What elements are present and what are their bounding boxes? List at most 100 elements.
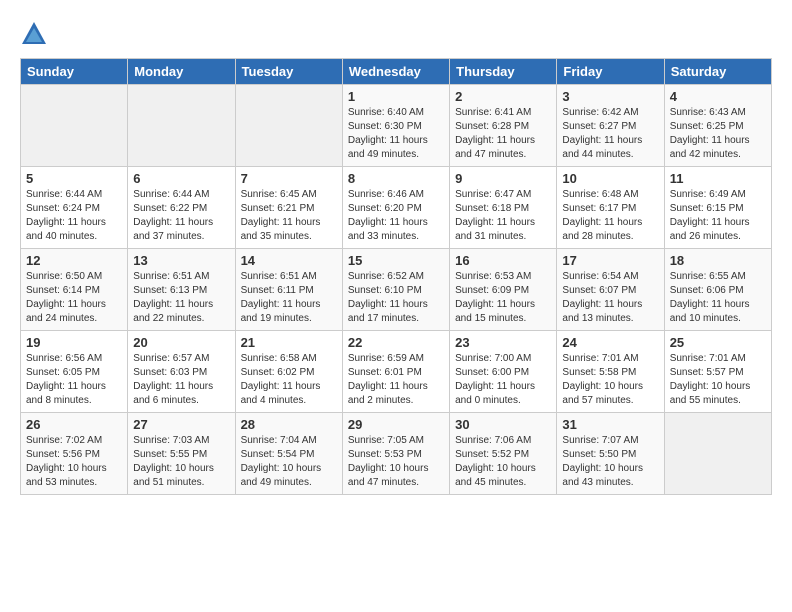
day-info: Sunrise: 6:44 AM Sunset: 6:24 PM Dayligh… bbox=[26, 188, 122, 244]
day-info: Sunrise: 6:56 AM Sunset: 6:05 PM Dayligh… bbox=[26, 352, 122, 408]
calendar-cell: 24Sunrise: 7:01 AM Sunset: 5:58 PM Dayli… bbox=[557, 331, 664, 413]
header bbox=[20, 20, 772, 48]
calendar-cell: 18 Sunrise: 6:55 AM Sunset: 6:06 PM Dayli… bbox=[664, 249, 771, 331]
day-number: 30 bbox=[455, 417, 551, 432]
day-info: Sunrise: 7:05 AM Sunset: 5:53 PM Dayligh… bbox=[348, 434, 444, 490]
day-number: 1 bbox=[348, 89, 444, 104]
day-number: 27 bbox=[133, 417, 229, 432]
weekday-header-row: SundayMondayTuesdayWednesdayThursdayFrid… bbox=[21, 59, 772, 85]
day-number: 5 bbox=[26, 171, 122, 186]
calendar-table: SundayMondayTuesdayWednesdayThursdayFrid… bbox=[20, 58, 772, 495]
calendar-cell bbox=[235, 85, 342, 167]
day-number: 23 bbox=[455, 335, 551, 350]
day-info: Sunrise: 6:42 AM Sunset: 6:27 PM Dayligh… bbox=[562, 106, 658, 162]
day-info: Sunrise: 6:43 AM Sunset: 6:25 PM Dayligh… bbox=[670, 106, 766, 162]
calendar-cell bbox=[664, 413, 771, 495]
calendar-cell: 17 Sunrise: 6:54 AM Sunset: 6:07 PM Dayli… bbox=[557, 249, 664, 331]
day-number: 21 bbox=[241, 335, 337, 350]
calendar-week-5: 26 Sunrise: 7:02 AM Sunset: 5:56 PM Dayli… bbox=[21, 413, 772, 495]
calendar-cell: 2Sunrise: 6:41 AM Sunset: 6:28 PM Daylig… bbox=[450, 85, 557, 167]
calendar-cell: 1 Sunrise: 6:40 AM Sunset: 6:30 PM Daylig… bbox=[342, 85, 449, 167]
calendar-cell: 8 Sunrise: 6:46 AM Sunset: 6:20 PM Daylig… bbox=[342, 167, 449, 249]
calendar-cell: 12Sunrise: 6:50 AM Sunset: 6:14 PM Dayli… bbox=[21, 249, 128, 331]
calendar-cell: 21 Sunrise: 6:58 AM Sunset: 6:02 PM Dayli… bbox=[235, 331, 342, 413]
day-info: Sunrise: 7:04 AM Sunset: 5:54 PM Dayligh… bbox=[241, 434, 337, 490]
day-number: 11 bbox=[670, 171, 766, 186]
day-number: 12 bbox=[26, 253, 122, 268]
calendar-cell: 3 Sunrise: 6:42 AM Sunset: 6:27 PM Daylig… bbox=[557, 85, 664, 167]
calendar-cell: 6Sunrise: 6:44 AM Sunset: 6:22 PM Daylig… bbox=[128, 167, 235, 249]
day-info: Sunrise: 6:51 AM Sunset: 6:11 PM Dayligh… bbox=[241, 270, 337, 326]
day-info: Sunrise: 6:57 AM Sunset: 6:03 PM Dayligh… bbox=[133, 352, 229, 408]
calendar-cell: 25Sunrise: 7:01 AM Sunset: 5:57 PM Dayli… bbox=[664, 331, 771, 413]
calendar-cell: 27 Sunrise: 7:03 AM Sunset: 5:55 PM Dayli… bbox=[128, 413, 235, 495]
calendar-cell: 28 Sunrise: 7:04 AM Sunset: 5:54 PM Dayli… bbox=[235, 413, 342, 495]
calendar-cell: 9 Sunrise: 6:47 AM Sunset: 6:18 PM Daylig… bbox=[450, 167, 557, 249]
weekday-header-thursday: Thursday bbox=[450, 59, 557, 85]
day-number: 20 bbox=[133, 335, 229, 350]
day-number: 15 bbox=[348, 253, 444, 268]
day-number: 14 bbox=[241, 253, 337, 268]
day-info: Sunrise: 7:03 AM Sunset: 5:55 PM Dayligh… bbox=[133, 434, 229, 490]
day-number: 6 bbox=[133, 171, 229, 186]
day-info: Sunrise: 6:47 AM Sunset: 6:18 PM Dayligh… bbox=[455, 188, 551, 244]
day-info: Sunrise: 6:46 AM Sunset: 6:20 PM Dayligh… bbox=[348, 188, 444, 244]
day-number: 31 bbox=[562, 417, 658, 432]
day-info: Sunrise: 6:53 AM Sunset: 6:09 PM Dayligh… bbox=[455, 270, 551, 326]
day-number: 8 bbox=[348, 171, 444, 186]
calendar-cell: 23 Sunrise: 7:00 AM Sunset: 6:00 PM Dayli… bbox=[450, 331, 557, 413]
day-info: Sunrise: 6:54 AM Sunset: 6:07 PM Dayligh… bbox=[562, 270, 658, 326]
day-number: 28 bbox=[241, 417, 337, 432]
day-number: 22 bbox=[348, 335, 444, 350]
calendar-cell: 20 Sunrise: 6:57 AM Sunset: 6:03 PM Dayli… bbox=[128, 331, 235, 413]
calendar-cell: 29 Sunrise: 7:05 AM Sunset: 5:53 PM Dayli… bbox=[342, 413, 449, 495]
calendar-cell: 19 Sunrise: 6:56 AM Sunset: 6:05 PM Dayli… bbox=[21, 331, 128, 413]
day-number: 4 bbox=[670, 89, 766, 104]
day-info: Sunrise: 7:00 AM Sunset: 6:00 PM Dayligh… bbox=[455, 352, 551, 408]
calendar-cell: 10 Sunrise: 6:48 AM Sunset: 6:17 PM Dayli… bbox=[557, 167, 664, 249]
calendar-week-3: 12Sunrise: 6:50 AM Sunset: 6:14 PM Dayli… bbox=[21, 249, 772, 331]
calendar-cell: 30 Sunrise: 7:06 AM Sunset: 5:52 PM Dayli… bbox=[450, 413, 557, 495]
day-number: 2 bbox=[455, 89, 551, 104]
day-info: Sunrise: 6:40 AM Sunset: 6:30 PM Dayligh… bbox=[348, 106, 444, 162]
calendar-cell: 31 Sunrise: 7:07 AM Sunset: 5:50 PM Dayli… bbox=[557, 413, 664, 495]
calendar-cell bbox=[128, 85, 235, 167]
calendar-cell: 15 Sunrise: 6:52 AM Sunset: 6:10 PM Dayli… bbox=[342, 249, 449, 331]
calendar-week-2: 5 Sunrise: 6:44 AM Sunset: 6:24 PM Daylig… bbox=[21, 167, 772, 249]
calendar-week-1: 1 Sunrise: 6:40 AM Sunset: 6:30 PM Daylig… bbox=[21, 85, 772, 167]
weekday-header-tuesday: Tuesday bbox=[235, 59, 342, 85]
day-info: Sunrise: 7:06 AM Sunset: 5:52 PM Dayligh… bbox=[455, 434, 551, 490]
day-info: Sunrise: 6:52 AM Sunset: 6:10 PM Dayligh… bbox=[348, 270, 444, 326]
day-info: Sunrise: 6:48 AM Sunset: 6:17 PM Dayligh… bbox=[562, 188, 658, 244]
day-info: Sunrise: 7:02 AM Sunset: 5:56 PM Dayligh… bbox=[26, 434, 122, 490]
day-info: Sunrise: 6:59 AM Sunset: 6:01 PM Dayligh… bbox=[348, 352, 444, 408]
weekday-header-friday: Friday bbox=[557, 59, 664, 85]
day-number: 25 bbox=[670, 335, 766, 350]
weekday-header-sunday: Sunday bbox=[21, 59, 128, 85]
calendar-cell: 7Sunrise: 6:45 AM Sunset: 6:21 PM Daylig… bbox=[235, 167, 342, 249]
day-info: Sunrise: 7:07 AM Sunset: 5:50 PM Dayligh… bbox=[562, 434, 658, 490]
day-number: 29 bbox=[348, 417, 444, 432]
day-info: Sunrise: 6:58 AM Sunset: 6:02 PM Dayligh… bbox=[241, 352, 337, 408]
weekday-header-monday: Monday bbox=[128, 59, 235, 85]
calendar-cell: 5 Sunrise: 6:44 AM Sunset: 6:24 PM Daylig… bbox=[21, 167, 128, 249]
day-number: 7 bbox=[241, 171, 337, 186]
calendar-cell: 22 Sunrise: 6:59 AM Sunset: 6:01 PM Dayli… bbox=[342, 331, 449, 413]
day-number: 17 bbox=[562, 253, 658, 268]
day-number: 9 bbox=[455, 171, 551, 186]
calendar-cell: 11 Sunrise: 6:49 AM Sunset: 6:15 PM Dayli… bbox=[664, 167, 771, 249]
weekday-header-saturday: Saturday bbox=[664, 59, 771, 85]
day-info: Sunrise: 6:55 AM Sunset: 6:06 PM Dayligh… bbox=[670, 270, 766, 326]
day-number: 10 bbox=[562, 171, 658, 186]
calendar-cell: 4 Sunrise: 6:43 AM Sunset: 6:25 PM Daylig… bbox=[664, 85, 771, 167]
calendar-cell: 14 Sunrise: 6:51 AM Sunset: 6:11 PM Dayli… bbox=[235, 249, 342, 331]
day-number: 18 bbox=[670, 253, 766, 268]
day-info: Sunrise: 6:49 AM Sunset: 6:15 PM Dayligh… bbox=[670, 188, 766, 244]
day-number: 3 bbox=[562, 89, 658, 104]
calendar-cell bbox=[21, 85, 128, 167]
calendar-cell: 16Sunrise: 6:53 AM Sunset: 6:09 PM Dayli… bbox=[450, 249, 557, 331]
weekday-header-wednesday: Wednesday bbox=[342, 59, 449, 85]
day-number: 19 bbox=[26, 335, 122, 350]
day-number: 26 bbox=[26, 417, 122, 432]
calendar-cell: 26 Sunrise: 7:02 AM Sunset: 5:56 PM Dayli… bbox=[21, 413, 128, 495]
